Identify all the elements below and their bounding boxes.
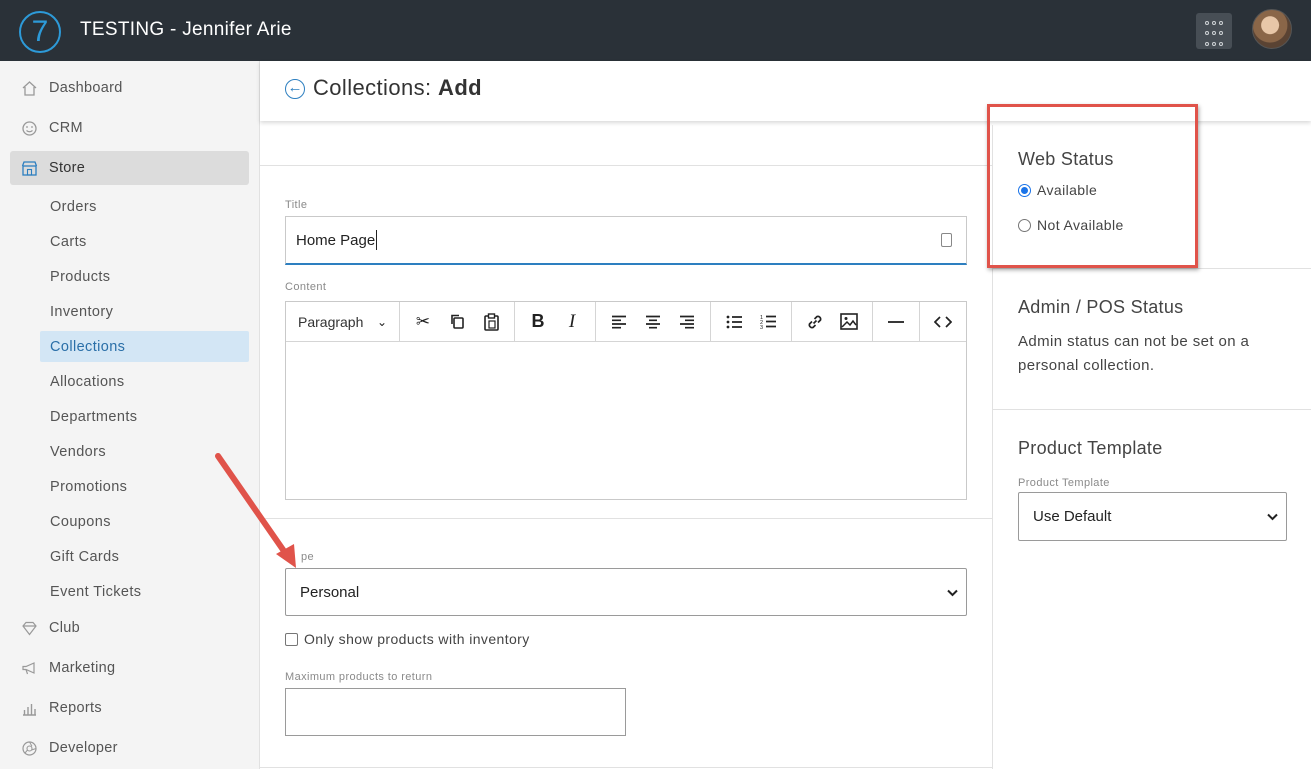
link-icon[interactable] bbox=[798, 302, 832, 342]
inventory-only-checkbox[interactable] bbox=[285, 632, 298, 646]
product-template-heading: Product Template bbox=[1018, 438, 1163, 458]
sidebar-subitem-products[interactable]: Products bbox=[40, 261, 249, 292]
product-template-select[interactable]: Use Default bbox=[1018, 492, 1287, 541]
image-icon[interactable] bbox=[832, 302, 866, 342]
type-select-value: Personal bbox=[300, 583, 360, 601]
sidebar-item-label: Reports bbox=[49, 700, 102, 716]
smiley-icon bbox=[20, 119, 38, 137]
sidebar-item-label: Club bbox=[49, 620, 81, 636]
back-arrow-icon[interactable]: ← bbox=[285, 79, 305, 99]
top-bar: 7 TESTING - Jennifer Arie bbox=[0, 0, 1311, 61]
numbered-list-icon[interactable]: 123 bbox=[751, 302, 785, 342]
bullet-list-icon[interactable] bbox=[717, 302, 751, 342]
list-group: 123 bbox=[711, 302, 792, 341]
max-products-label: Maximum products to return bbox=[285, 671, 433, 683]
product-template-value: Use Default bbox=[1033, 508, 1112, 525]
insert-group bbox=[792, 302, 873, 341]
inventory-only-row[interactable]: Only show products with inventory bbox=[285, 631, 530, 647]
editor-content-area[interactable] bbox=[286, 342, 966, 499]
misc-group bbox=[873, 302, 920, 341]
italic-icon[interactable]: I bbox=[555, 302, 589, 342]
sidebar-subitem-allocations[interactable]: Allocations bbox=[40, 366, 249, 397]
chevron-down-icon bbox=[1267, 508, 1278, 525]
contact-card-icon[interactable] bbox=[941, 233, 952, 247]
svg-text:3: 3 bbox=[760, 325, 763, 329]
paste-icon[interactable] bbox=[474, 302, 508, 342]
aperture-icon bbox=[20, 739, 38, 757]
app-title: TESTING - Jennifer Arie bbox=[80, 19, 292, 40]
content-label: Content bbox=[285, 281, 327, 293]
align-left-icon[interactable] bbox=[602, 302, 636, 342]
horizontal-rule-icon[interactable] bbox=[879, 302, 913, 342]
title-input[interactable]: Home Page bbox=[285, 216, 967, 265]
page-title-prefix: Collections: bbox=[313, 75, 432, 100]
align-center-icon[interactable] bbox=[636, 302, 670, 342]
app-logo[interactable]: 7 bbox=[19, 11, 61, 53]
sidebar-subitem-collections[interactable]: Collections bbox=[40, 331, 249, 362]
sidebar-item-label: Marketing bbox=[49, 660, 116, 676]
sidebar-item-club[interactable]: Club bbox=[10, 611, 249, 645]
block-format-select[interactable]: Paragraph ⌄ bbox=[286, 302, 400, 341]
title-input-value: Home Page bbox=[296, 231, 376, 249]
divider bbox=[260, 518, 993, 519]
store-icon bbox=[20, 159, 38, 177]
clipboard-group: ✂ bbox=[400, 302, 515, 341]
sidebar-item-label: CRM bbox=[49, 120, 83, 136]
block-format-value: Paragraph bbox=[298, 313, 364, 330]
sidebar-subitem-carts[interactable]: Carts bbox=[40, 226, 249, 257]
bar-chart-icon bbox=[20, 699, 38, 717]
divider bbox=[993, 268, 1311, 269]
sidebar-subitem-orders[interactable]: Orders bbox=[40, 191, 249, 222]
sidebar-item-dashboard[interactable]: Dashboard bbox=[10, 71, 249, 105]
editor-toolbar: Paragraph ⌄ ✂ B I 1 2 3 bbox=[286, 302, 966, 342]
sidebar-subitem-departments[interactable]: Departments bbox=[40, 401, 249, 432]
code-group bbox=[920, 302, 966, 341]
max-products-input[interactable] bbox=[285, 688, 626, 736]
divider bbox=[993, 409, 1311, 410]
megaphone-icon bbox=[20, 659, 38, 677]
annotation-highlight-box bbox=[987, 104, 1198, 268]
sidebar-item-crm[interactable]: CRM bbox=[10, 111, 249, 145]
source-code-icon[interactable] bbox=[926, 302, 960, 342]
bold-icon[interactable]: B bbox=[521, 302, 555, 342]
title-label: Title bbox=[285, 199, 308, 211]
chevron-down-icon: ⌄ bbox=[376, 314, 387, 329]
cut-icon[interactable]: ✂ bbox=[406, 302, 440, 342]
admin-status-heading: Admin / POS Status bbox=[1018, 297, 1184, 317]
user-avatar[interactable] bbox=[1252, 9, 1292, 49]
apps-grid-button[interactable] bbox=[1196, 13, 1232, 49]
align-right-icon[interactable] bbox=[670, 302, 704, 342]
sidebar-subitem-inventory[interactable]: Inventory bbox=[40, 296, 249, 327]
sidebar-item-developer[interactable]: Developer bbox=[10, 731, 249, 765]
rich-text-editor: Paragraph ⌄ ✂ B I 1 2 3 bbox=[285, 301, 967, 500]
chevron-down-icon bbox=[947, 584, 958, 601]
annotation-arrow-icon bbox=[215, 453, 296, 568]
sidebar-item-label: Developer bbox=[49, 740, 118, 756]
page-title: Collections: Add bbox=[313, 75, 482, 101]
sidebar-item-label: Store bbox=[49, 160, 86, 176]
page-title-action: Add bbox=[438, 75, 483, 100]
type-select[interactable]: Personal bbox=[285, 568, 967, 616]
home-icon bbox=[20, 79, 38, 97]
text-caret bbox=[376, 230, 378, 250]
copy-icon[interactable] bbox=[440, 302, 474, 342]
diamond-icon bbox=[20, 619, 38, 637]
divider bbox=[260, 767, 993, 768]
sidebar-item-marketing[interactable]: Marketing bbox=[10, 651, 249, 685]
sidebar-subitem-event-tickets[interactable]: Event Tickets bbox=[40, 576, 249, 607]
align-group bbox=[596, 302, 711, 341]
sidebar-item-store[interactable]: Store bbox=[10, 151, 249, 185]
admin-status-note: Admin status can not be set on a persona… bbox=[1018, 333, 1250, 374]
divider bbox=[260, 165, 993, 166]
sidebar-item-reports[interactable]: Reports bbox=[10, 691, 249, 725]
format-group: B I bbox=[515, 302, 596, 341]
product-template-label: Product Template bbox=[1018, 477, 1110, 489]
sidebar-item-label: Dashboard bbox=[49, 80, 123, 96]
inventory-only-label: Only show products with inventory bbox=[304, 631, 530, 647]
